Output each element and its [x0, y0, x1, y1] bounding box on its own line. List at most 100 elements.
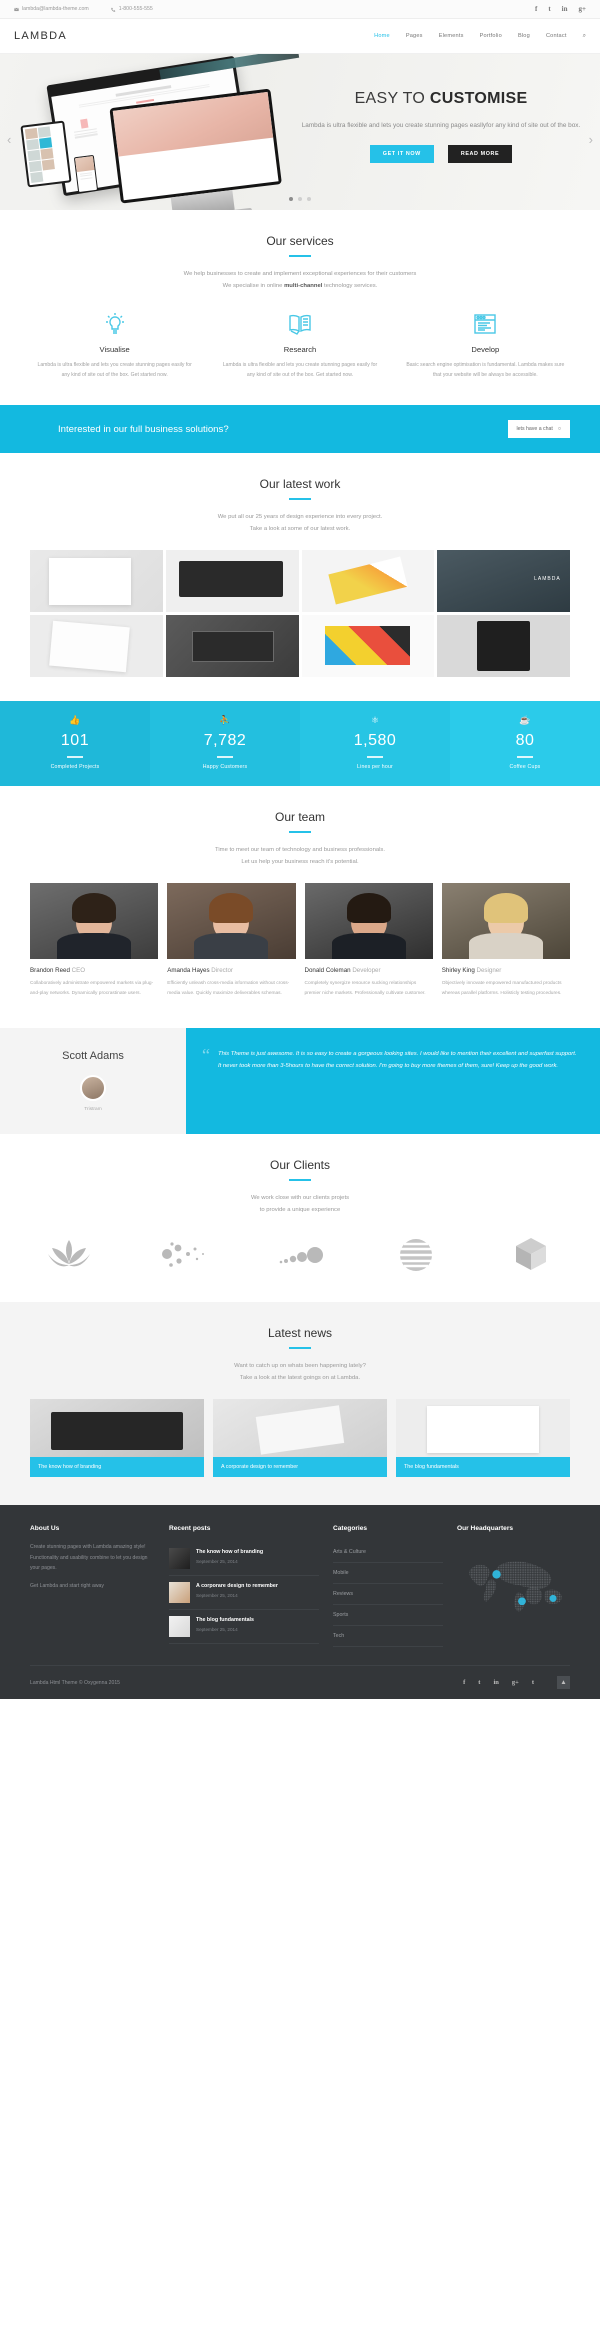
email-contact[interactable]: lambda@lambda-theme.com	[14, 6, 89, 12]
avatar	[304, 883, 433, 960]
member-role: Developer	[352, 967, 381, 975]
member-role: Designer	[476, 967, 502, 975]
phone-contact[interactable]: 1-800-555-555	[110, 6, 153, 12]
service-card-research: Research Lambda is ultra flexible and le…	[215, 309, 384, 381]
circles-trail-logo[interactable]	[269, 1232, 331, 1278]
services-title: Our services	[266, 234, 334, 248]
slider-prev-arrow[interactable]: ‹	[7, 132, 11, 147]
clients-title: Our Clients	[269, 1158, 331, 1173]
twitter-icon[interactable]: t	[478, 1679, 480, 1686]
portfolio-item[interactable]	[301, 550, 435, 613]
footer-headquarters: Our Headquarters	[457, 1525, 570, 1647]
facebook-icon[interactable]: f	[463, 1679, 465, 1686]
linkedin-icon[interactable]: in	[562, 5, 568, 13]
site-logo[interactable]: LAMBDA	[14, 30, 67, 42]
category-item[interactable]: Tech	[333, 1626, 443, 1648]
post-thumbnail	[169, 1548, 190, 1570]
post-date: September 25, 2014	[196, 1592, 238, 1598]
title-rule	[289, 1179, 311, 1182]
back-to-top-button[interactable]: ▲	[557, 1676, 570, 1690]
hero-title: EASY TO CUSTOMISE	[300, 90, 582, 108]
portfolio-item[interactable]	[437, 615, 570, 678]
portfolio-item[interactable]	[301, 615, 435, 678]
member-name: Brandon Reed	[30, 967, 70, 975]
slider-next-arrow[interactable]: ›	[589, 132, 593, 147]
lets-have-a-chat-button[interactable]: lets have a chat ○	[507, 420, 570, 439]
portfolio-item[interactable]	[437, 550, 570, 613]
read-more-button[interactable]: READ MORE	[447, 145, 513, 164]
recent-post-item[interactable]: The blog fundamentals September 25, 2014	[169, 1610, 319, 1645]
stat-coffee-cups: ☕ 80 Coffee Cups	[450, 701, 600, 787]
hero-device-mockup	[8, 54, 300, 210]
testimonial-author: Scott Adams Tristram	[0, 1028, 186, 1135]
news-card[interactable]: A corporate design to remember	[213, 1399, 387, 1478]
dots-cluster-logo[interactable]	[154, 1232, 216, 1278]
clients-sub-line2: to provide a unique experience	[259, 1207, 341, 1214]
nav-item-elements[interactable]: Elements	[439, 33, 464, 39]
news-thumbnail	[396, 1399, 570, 1458]
lotus-logo[interactable]	[38, 1232, 100, 1278]
team-member: Donald Coleman Developer Completely syne…	[304, 883, 433, 998]
services-sub-line2: We specialise in online multi-channel te…	[30, 280, 570, 292]
avatar	[441, 883, 570, 960]
category-item[interactable]: Arts & Culture	[333, 1542, 443, 1564]
recent-post-item[interactable]: The know how of branding September 25, 2…	[169, 1542, 319, 1577]
get-it-now-button[interactable]: GET IT NOW	[369, 145, 434, 164]
service-title: Visualise	[99, 345, 130, 355]
nav-item-portfolio[interactable]: Portfolio	[480, 33, 502, 39]
avatar	[30, 883, 159, 960]
category-item[interactable]: Reviews	[333, 1584, 443, 1606]
tumblr-icon[interactable]: t	[532, 1679, 534, 1686]
slider-dot-2[interactable]	[298, 197, 302, 201]
nav-item-pages[interactable]: Pages	[406, 33, 423, 39]
post-thumbnail	[169, 1582, 190, 1604]
category-item[interactable]: Sports	[333, 1605, 443, 1627]
portfolio-item[interactable]	[30, 550, 163, 613]
news-card[interactable]: The blog fundamentals	[396, 1399, 570, 1478]
client-logos	[30, 1232, 570, 1278]
top-social-links: f t in g+	[535, 5, 586, 13]
news-sub-line2: Take a look at the latest goings on at L…	[239, 1375, 361, 1382]
nav-item-contact[interactable]: Contact	[546, 33, 567, 39]
cta-band: Interested in our full business solution…	[0, 405, 600, 454]
envelope-icon	[14, 7, 19, 11]
team-sub-line1: Time to meet our team of technology and …	[214, 847, 386, 854]
twitter-icon[interactable]: t	[548, 5, 550, 13]
slider-dot-3[interactable]	[307, 197, 311, 201]
testimonial-text: This Theme is just awesome. It is so eas…	[218, 1051, 577, 1070]
facebook-icon[interactable]: f	[535, 5, 537, 13]
stat-value: 101	[60, 732, 90, 750]
striped-globe-logo[interactable]	[385, 1232, 447, 1278]
book-research-icon	[215, 309, 384, 339]
news-title: Latest news	[267, 1326, 333, 1341]
nav-item-blog[interactable]: Blog	[518, 33, 530, 39]
googleplus-icon[interactable]: g+	[579, 5, 587, 13]
service-text: Basic search engine optimisation is fund…	[406, 362, 565, 379]
nav-item-home[interactable]: Home	[374, 33, 390, 39]
dashboard-icon: ⚛	[370, 715, 380, 726]
recent-post-item[interactable]: A corporare design to remember September…	[169, 1576, 319, 1611]
portfolio-row-1	[30, 550, 570, 613]
search-icon[interactable]: ⌕	[583, 33, 586, 40]
googleplus-icon[interactable]: g+	[512, 1679, 519, 1686]
news-card[interactable]: The know how of branding	[30, 1399, 204, 1478]
category-item[interactable]: Mobile	[333, 1563, 443, 1585]
portfolio-item[interactable]	[165, 550, 299, 613]
portfolio-item[interactable]	[30, 615, 163, 678]
stat-lines-per-hour: ⚛ 1,580 Lines per hour	[300, 701, 450, 787]
about-paragraph-2: Get Lambda and start right away	[30, 1583, 104, 1590]
testimonial-quote-panel: “ This Theme is just awesome. It is so e…	[186, 1028, 600, 1135]
portfolio-item[interactable]	[165, 615, 299, 678]
services-section: Our services We help businesses to creat…	[0, 210, 600, 405]
sub2-bold: multi-channel	[284, 283, 323, 290]
about-paragraph-1: Create stunning pages with Lambda amazin…	[30, 1544, 148, 1571]
team-member: Shirley King Designer Objectively innova…	[441, 883, 570, 998]
cta-button-label: lets have a chat	[516, 426, 553, 433]
facet-cube-logo[interactable]	[500, 1232, 562, 1278]
team-section: Our team Time to meet our team of techno…	[0, 786, 600, 1022]
author-avatar	[80, 1075, 106, 1102]
service-cards: Visualise Lambda is ultra flexible and l…	[30, 309, 570, 381]
team-sub-line2: Let us help your business reach it's pot…	[241, 859, 359, 866]
linkedin-icon[interactable]: in	[493, 1679, 498, 1686]
slider-dot-1[interactable]	[289, 197, 293, 201]
